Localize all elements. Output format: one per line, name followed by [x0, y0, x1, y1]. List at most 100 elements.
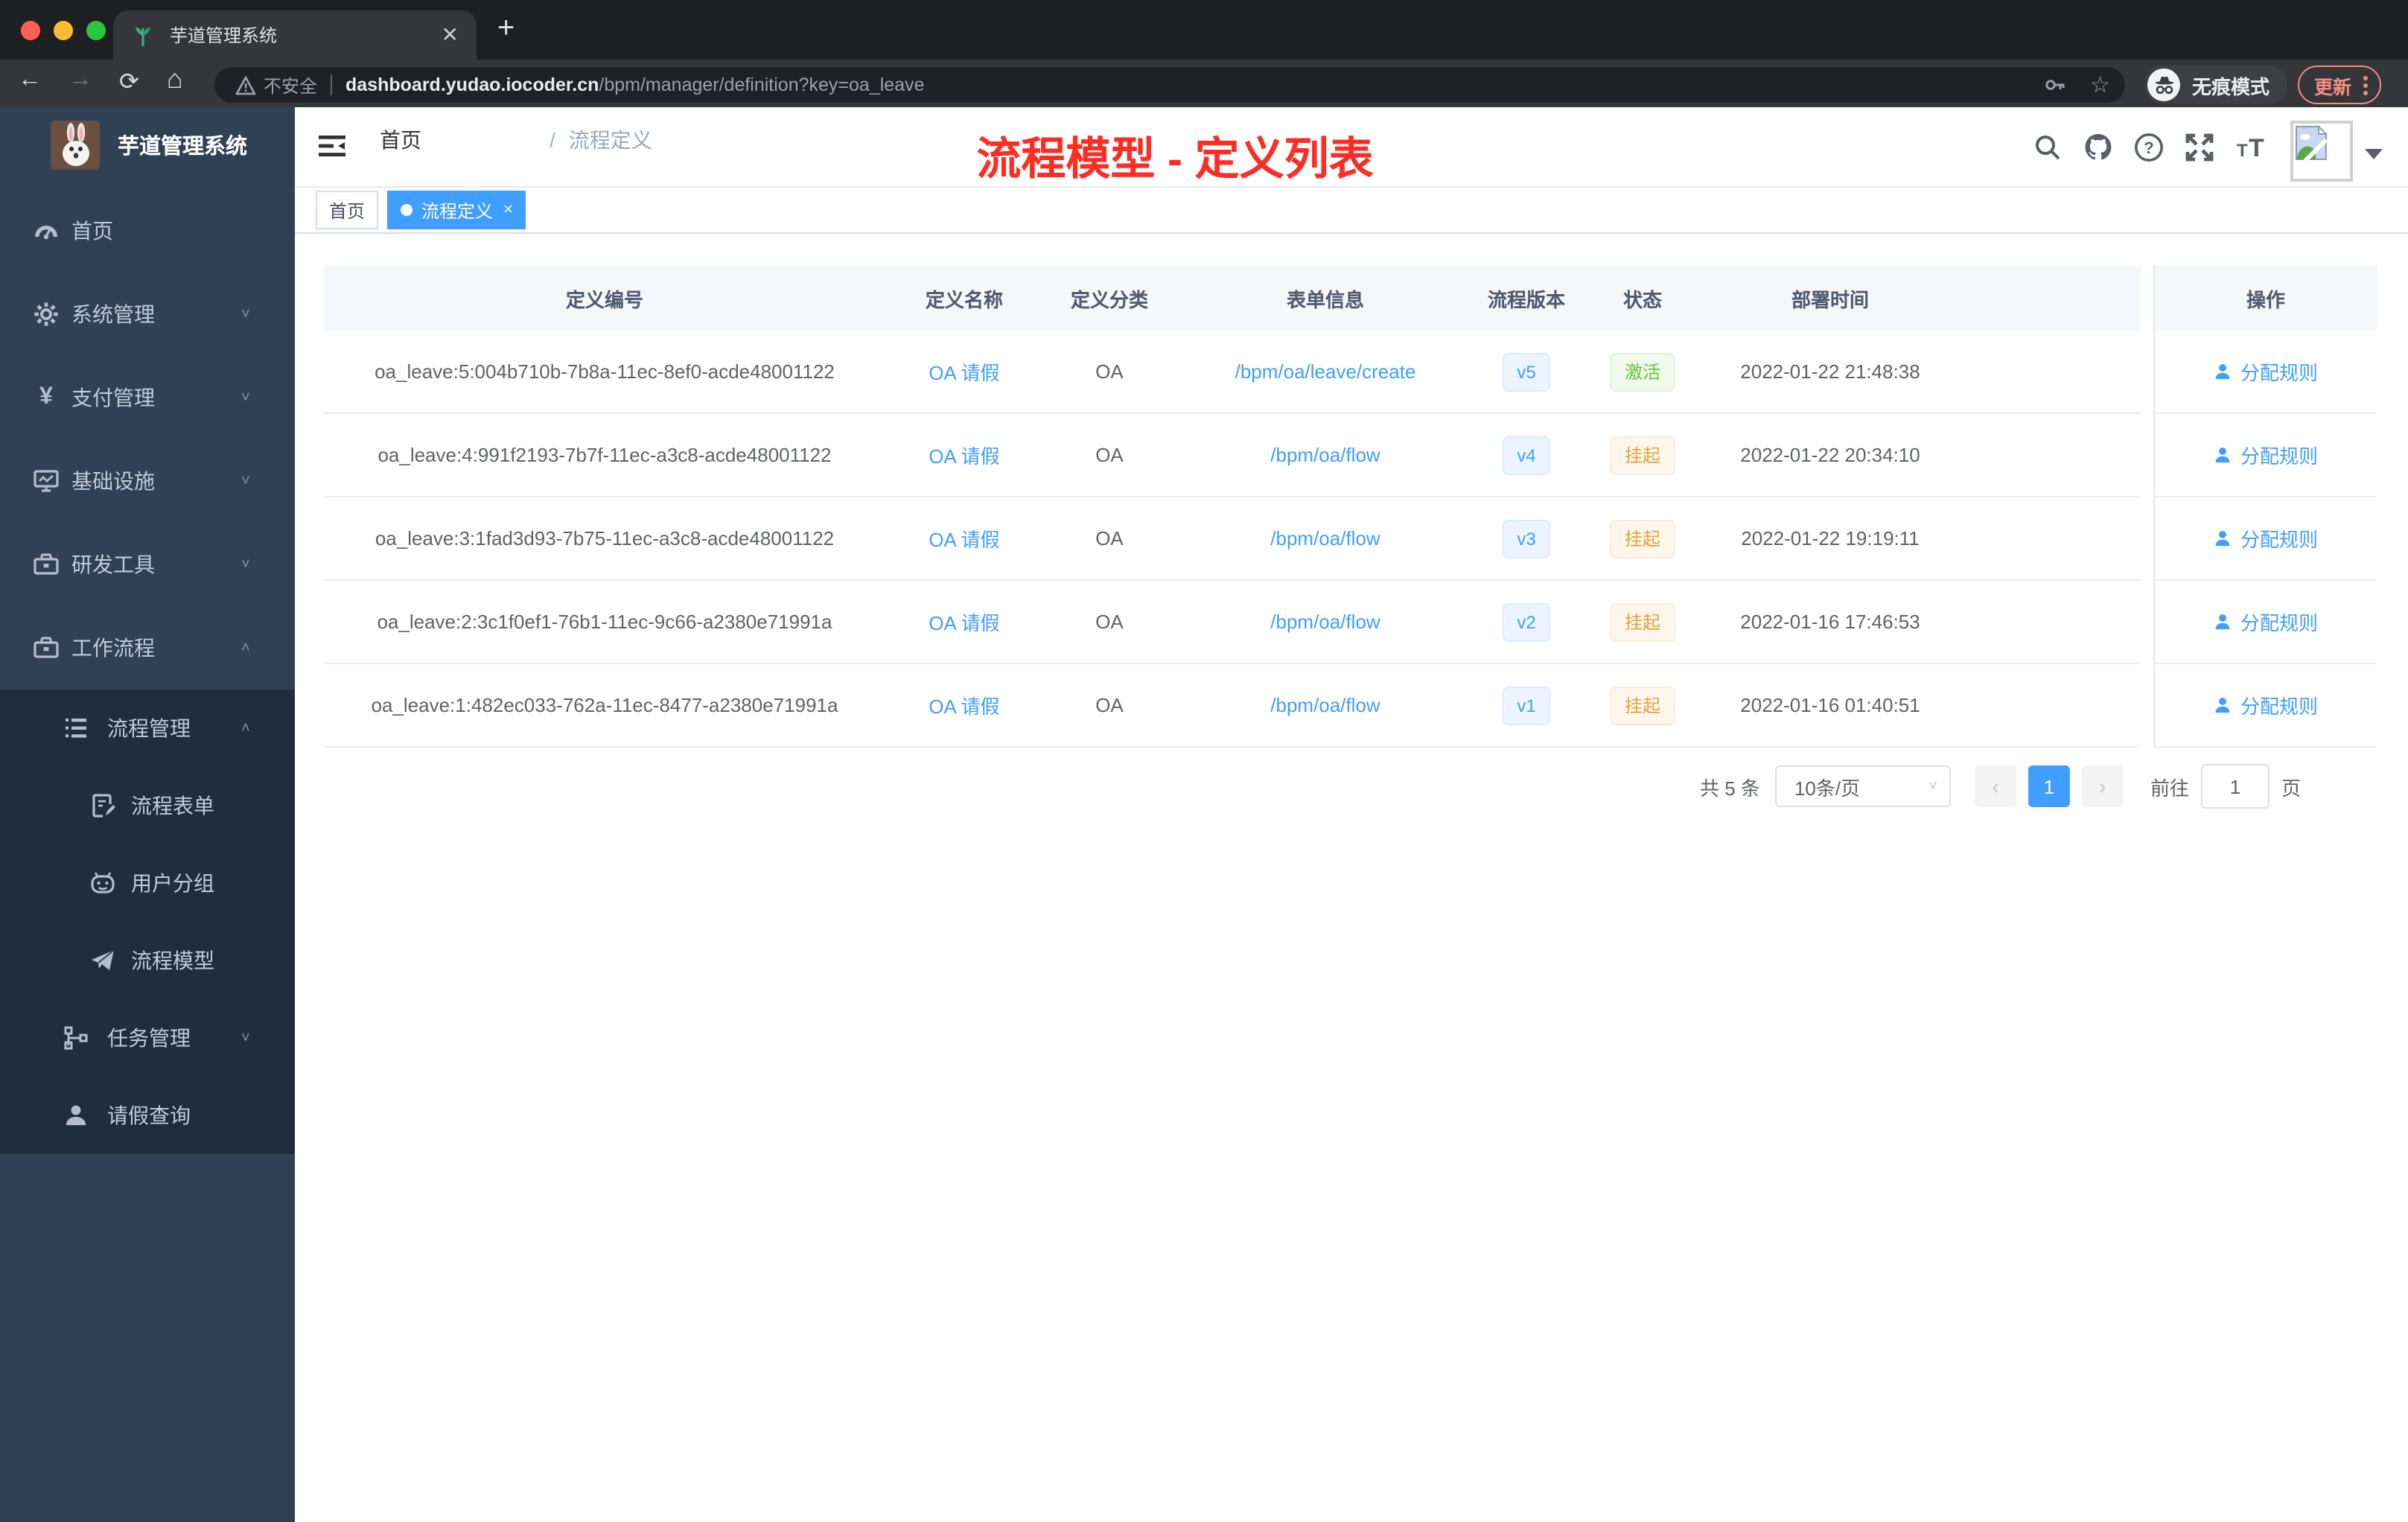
assign-rule-button[interactable]: 分配规则: [2214, 691, 2318, 719]
status-badge: 挂起: [1579, 519, 1707, 558]
fullscreen-icon[interactable]: [2185, 133, 2214, 162]
tab-close-icon[interactable]: ✕: [442, 22, 459, 48]
app-title: 芋道管理系统: [118, 136, 247, 159]
sidebar-item-5[interactable]: 研发工具 ˅: [0, 523, 295, 606]
form-info-link[interactable]: /bpm/oa/flow: [1176, 611, 1474, 633]
assign-rule-button[interactable]: 分配规则: [2214, 524, 2318, 553]
sidebar-item-1[interactable]: 首页: [0, 189, 295, 273]
definition-name-link[interactable]: OA 请假: [886, 357, 1042, 386]
form-info-link[interactable]: /bpm/oa/leave/create: [1176, 360, 1474, 383]
tag-close-icon[interactable]: ×: [503, 201, 513, 219]
tag-active[interactable]: 流程定义 ×: [387, 191, 526, 229]
sidebar-item-6[interactable]: 工作流程 ˄: [0, 606, 295, 690]
svg-text:T: T: [2237, 141, 2248, 161]
definition-id: oa_leave:5:004b710b-7b8a-11ec-8ef0-acde4…: [375, 360, 835, 383]
version-badge: v4: [1474, 436, 1579, 474]
window-zoom-button[interactable]: [86, 21, 106, 40]
sidebar-item-9[interactable]: 用户分组: [0, 844, 295, 922]
url-host[interactable]: dashboard.yudao.iocoder.cn: [345, 74, 599, 95]
definition-name-link[interactable]: OA 请假: [886, 524, 1042, 553]
incognito-icon: [2147, 69, 2180, 101]
sidebar-item-12[interactable]: 请假查询: [0, 1077, 295, 1154]
assign-rule-button[interactable]: 分配规则: [2214, 441, 2318, 469]
browser-menu-icon[interactable]: [2363, 75, 2369, 95]
user-icon: [2214, 445, 2233, 465]
browser-update-button[interactable]: 更新: [2298, 66, 2382, 104]
sidebar-item-8[interactable]: 流程表单: [0, 767, 295, 844]
sidebar-item-label: 工作流程: [71, 636, 155, 660]
definition-name-link[interactable]: OA 请假: [886, 608, 1042, 636]
back-icon[interactable]: ←: [18, 67, 42, 94]
column-header: 定义名称: [925, 288, 1003, 311]
assign-rule-button[interactable]: 分配规则: [2214, 608, 2318, 636]
column-header: 状态: [1622, 288, 1662, 311]
user-icon: [2214, 362, 2233, 381]
browser-tab[interactable]: 芋道管理系统 ✕: [113, 10, 477, 60]
prev-page-button[interactable]: ‹: [1974, 765, 2016, 807]
sidebar-item-2[interactable]: 系统管理 ˅: [0, 273, 295, 356]
sidebar-logo-row[interactable]: 芋道管理系统: [0, 107, 295, 183]
address-bar[interactable]: 不安全 dashboard.yudao.iocoder.cn/bpm/manag…: [214, 67, 2125, 103]
definition-id: oa_leave:4:991f2193-7b7f-11ec-a3c8-acde4…: [378, 444, 832, 466]
definition-category: OA: [1095, 611, 1124, 633]
new-tab-button[interactable]: +: [497, 12, 515, 46]
sidebar-item-10[interactable]: 流程模型: [0, 922, 295, 999]
pagination-total: 共 5 条: [1700, 777, 1760, 799]
help-icon[interactable]: ?: [2134, 133, 2164, 162]
sidebar-item-label: 请假查询: [107, 1104, 191, 1127]
chevron-down-icon: ˅: [241, 306, 250, 322]
sidebar-item-3[interactable]: ¥ 支付管理 ˅: [0, 356, 295, 439]
avatar-caret-icon[interactable]: [2365, 149, 2383, 159]
deploy-time: 2022-01-22 20:34:10: [1740, 444, 1920, 466]
bookmark-star-icon[interactable]: ☆: [2090, 71, 2110, 98]
reload-icon[interactable]: ⟳: [119, 67, 139, 97]
key-icon[interactable]: [2042, 73, 2066, 97]
assign-rule-button[interactable]: 分配规则: [2214, 357, 2318, 386]
update-label[interactable]: 更新: [2314, 71, 2351, 99]
logo-avatar: [51, 121, 100, 170]
chevron-down-icon: ˅: [241, 556, 250, 573]
screenshot-stage: 芋道管理系统 ✕ + ← → ⟳ ⌂ 不安全 dashboard.yudao.i…: [0, 0, 2408, 1522]
column-header: 定义分类: [1070, 288, 1148, 311]
sidebar-item-label: 基础设施: [71, 469, 155, 493]
form-info-link[interactable]: /bpm/oa/flow: [1176, 527, 1474, 550]
search-icon[interactable]: [2033, 133, 2063, 162]
deploy-time: 2022-01-16 01:40:51: [1740, 694, 1920, 716]
goto-page-input[interactable]: [2200, 764, 2270, 809]
tag-home[interactable]: 首页: [316, 191, 379, 229]
sidebar-item-11[interactable]: 任务管理 ˅: [0, 999, 295, 1077]
table-row: oa_leave:2:3c1f0ef1-76b1-11ec-9c66-a2380…: [323, 581, 2141, 664]
monitor-icon: [33, 468, 60, 494]
next-page-button[interactable]: ›: [2081, 765, 2124, 807]
header-actions: ? T T: [295, 107, 2408, 186]
page-size-select[interactable]: 10条/页 ˅: [1774, 765, 1951, 807]
home-icon[interactable]: ⌂: [167, 64, 183, 95]
font-size-icon[interactable]: T T: [2235, 133, 2265, 162]
sidebar-item-4[interactable]: 基础设施 ˅: [0, 439, 295, 523]
user-avatar[interactable]: [2290, 121, 2353, 182]
form-info-link[interactable]: /bpm/oa/flow: [1176, 444, 1474, 466]
form-edit-icon: [89, 792, 116, 819]
url-path[interactable]: /bpm/manager/definition?key=oa_leave: [599, 74, 924, 95]
table-row: oa_leave:3:1fad3d93-7b75-11ec-a3c8-acde4…: [323, 497, 2141, 581]
chevron-up-icon: ˄: [241, 640, 250, 656]
deploy-time: 2022-01-16 17:46:53: [1740, 611, 1920, 633]
window-close-button[interactable]: [21, 21, 40, 40]
form-info-link[interactable]: /bpm/oa/flow: [1176, 694, 1474, 716]
status-badge: 挂起: [1579, 686, 1707, 725]
not-secure-label[interactable]: 不安全: [264, 72, 317, 98]
browser-tab-strip: 芋道管理系统 ✕ +: [0, 0, 2408, 60]
definition-name-link[interactable]: OA 请假: [886, 441, 1042, 469]
version-badge: v2: [1474, 602, 1579, 641]
forward-icon[interactable]: →: [69, 67, 92, 94]
window-minimize-button[interactable]: [54, 21, 73, 40]
page-unit-label: 页: [2281, 777, 2301, 799]
sidebar-item-7[interactable]: 流程管理 ˄: [0, 690, 295, 767]
user-icon: [63, 1102, 89, 1129]
action-header-row: 操作: [2155, 265, 2377, 331]
tag-home-label: 首页: [329, 200, 366, 221]
github-icon[interactable]: [2083, 133, 2113, 162]
current-page-button[interactable]: 1: [2028, 765, 2070, 807]
definition-name-link[interactable]: OA 请假: [886, 691, 1042, 719]
sidebar-item-label: 研发工具: [71, 553, 155, 576]
